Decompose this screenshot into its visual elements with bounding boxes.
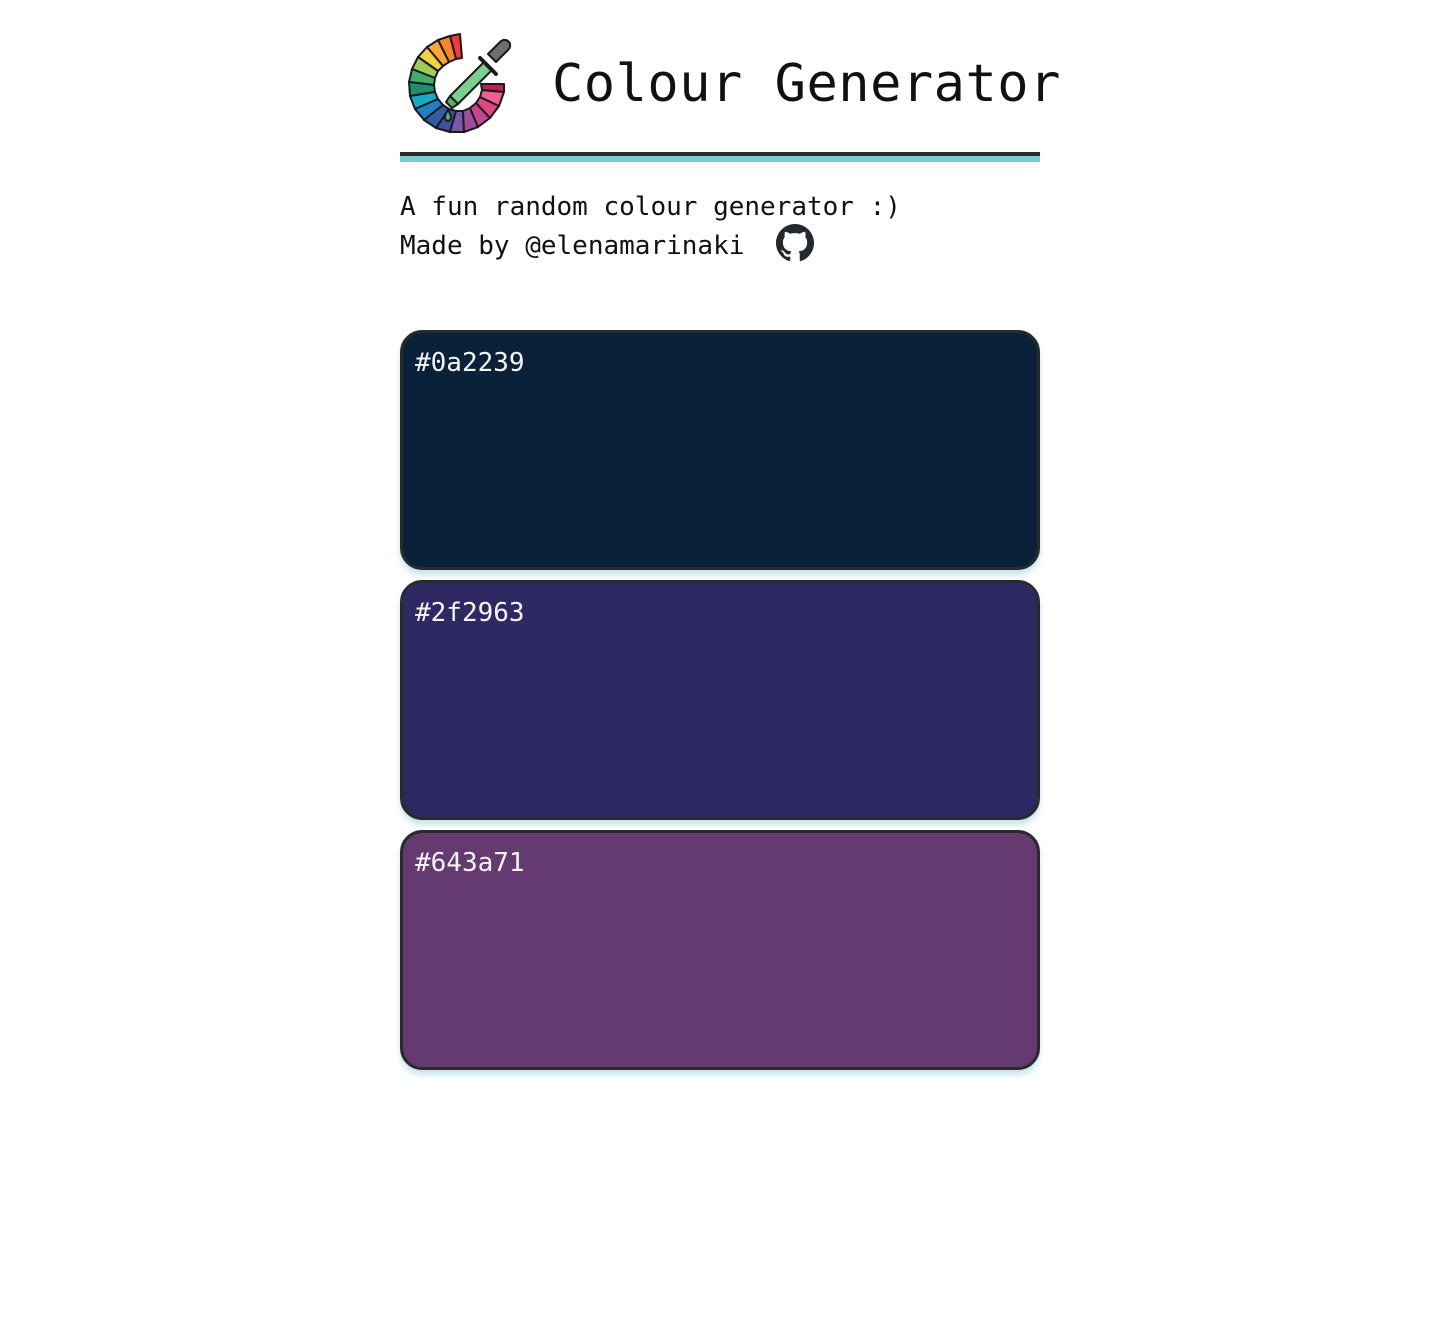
- tagline-text: A fun random colour generator :): [400, 192, 901, 222]
- intro: A fun random colour generator :) Made by…: [400, 188, 1040, 266]
- swatch-hex-label: #2f2963: [415, 598, 525, 628]
- tagline: A fun random colour generator :): [400, 188, 1040, 227]
- swatch-list: #0a2239 #2f2963 #643a71: [400, 330, 1040, 1080]
- header-divider-accent: [400, 156, 1040, 162]
- github-icon[interactable]: [776, 223, 815, 262]
- colour-swatch[interactable]: #0a2239: [400, 330, 1040, 570]
- colour-swatch[interactable]: #643a71: [400, 830, 1040, 1070]
- header: Colour Generator: [400, 0, 1060, 152]
- colour-wheel-dropper-icon: [408, 33, 512, 133]
- credit-text: Made by @elenamarinaki: [400, 231, 745, 261]
- swatch-hex-label: #643a71: [415, 848, 525, 878]
- header-divider: [400, 152, 1040, 162]
- swatch-hex-label: #0a2239: [415, 348, 525, 378]
- colour-swatch[interactable]: #2f2963: [400, 580, 1040, 820]
- page-container: Colour Generator A fun random colour gen…: [400, 0, 1060, 1070]
- credit-line: Made by @elenamarinaki: [400, 223, 1040, 266]
- page-title: Colour Generator: [552, 54, 1061, 114]
